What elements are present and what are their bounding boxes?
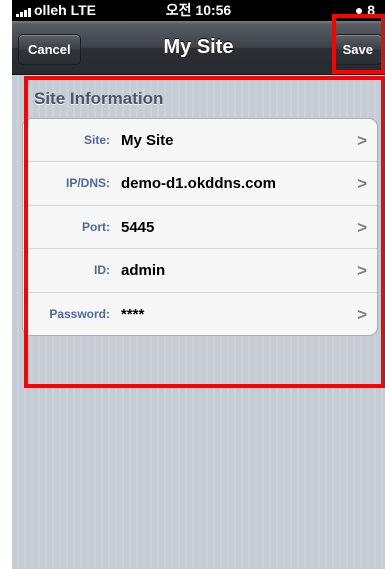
password-row[interactable]: Password: **** > bbox=[23, 293, 377, 335]
location-icon: ● bbox=[354, 2, 364, 18]
site-label: Site: bbox=[83, 133, 110, 147]
id-value: admin bbox=[121, 262, 166, 280]
password-value: **** bbox=[121, 305, 145, 323]
port-value: 5445 bbox=[121, 218, 155, 236]
id-row[interactable]: ID: admin > bbox=[23, 249, 377, 293]
chevron-right-icon: > bbox=[357, 131, 367, 150]
chevron-right-icon: > bbox=[357, 304, 367, 324]
ip-dns-value: demo-d1.okddns.com bbox=[121, 175, 277, 193]
battery-percent: 8 bbox=[367, 2, 375, 18]
port-row[interactable]: Port: 5445 > bbox=[23, 206, 377, 250]
chevron-right-icon: > bbox=[357, 261, 367, 281]
save-button[interactable]: Save bbox=[332, 34, 383, 65]
port-label: Port: bbox=[82, 219, 110, 234]
ip-dns-row[interactable]: IP/DNS: demo-d1.okddns.com > bbox=[23, 162, 377, 206]
cancel-button[interactable]: Cancel bbox=[18, 34, 81, 65]
site-info-list: Site: My Site > IP/DNS: demo-d1.okddns.c… bbox=[22, 118, 378, 336]
ip-dns-label: IP/DNS: bbox=[65, 176, 110, 191]
status-right: ● 8 bbox=[355, 0, 375, 21]
section-header: Site Information bbox=[34, 89, 164, 108]
phone-screen: olleh LTE 오전 10:56 ● 8 My Site Cancel Sa… bbox=[12, 0, 385, 569]
site-value: My Site bbox=[121, 132, 174, 149]
chevron-right-icon: > bbox=[357, 217, 367, 237]
status-time: 오전 10:56 bbox=[165, 2, 232, 18]
status-bar: olleh LTE 오전 10:56 ● 8 bbox=[12, 0, 385, 21]
chevron-right-icon: > bbox=[357, 174, 367, 194]
id-label: ID: bbox=[94, 263, 110, 278]
navigation-bar: My Site Cancel Save bbox=[12, 21, 385, 75]
site-row[interactable]: Site: My Site > bbox=[23, 119, 377, 163]
password-label: Password: bbox=[49, 306, 110, 321]
